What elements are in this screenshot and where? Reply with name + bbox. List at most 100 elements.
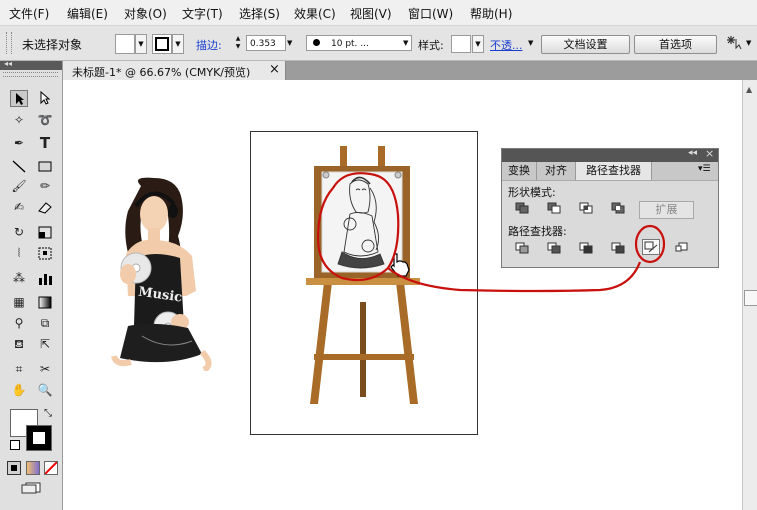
swap-fill-stroke-icon[interactable]: ⤡ — [44, 408, 52, 419]
line-segment-tool-icon[interactable] — [10, 158, 28, 175]
scale-tool-icon[interactable] — [36, 224, 54, 241]
exclude-icon[interactable] — [610, 201, 626, 215]
stroke-weight-dropdown[interactable]: ▼ — [287, 35, 297, 51]
scroll-up-icon[interactable]: ▲ — [746, 85, 752, 94]
outline-icon[interactable] — [642, 239, 660, 255]
tab-pathfinder[interactable]: 路径查找器 — [576, 162, 652, 180]
fill-swatch[interactable] — [115, 34, 135, 54]
menu-select[interactable]: 选择(S) — [239, 5, 280, 22]
pen-tool-icon[interactable]: ✒ — [10, 135, 28, 152]
panel-divider — [502, 180, 718, 181]
style-label: 样式: — [418, 39, 444, 52]
stroke-dropdown[interactable]: ▼ — [172, 34, 184, 54]
vertical-scrollbar[interactable]: ▲ — [742, 80, 757, 510]
stroke-spinner[interactable]: ▲ ▼ — [233, 35, 243, 51]
minus-back-icon[interactable] — [674, 241, 690, 255]
trim-icon[interactable] — [546, 241, 562, 255]
opacity-link[interactable]: 不透... — [490, 37, 523, 53]
zoom-tool-icon[interactable]: 🔍 — [36, 382, 54, 399]
eyedropper-tool-icon[interactable]: ⚲ — [10, 315, 28, 332]
direct-selection-tool-icon[interactable] — [36, 90, 54, 107]
magic-wand-tool-icon[interactable]: ✧ — [10, 112, 28, 129]
none-mode-icon[interactable] — [44, 461, 58, 475]
gradient-mode-icon[interactable] — [26, 461, 40, 475]
tab-align[interactable]: 对齐 — [537, 162, 576, 180]
color-mode-icon[interactable] — [7, 461, 21, 475]
hand-tool-icon[interactable]: ✋ — [10, 382, 28, 399]
panel-menu-icon[interactable]: ▾☰ — [698, 164, 711, 174]
shape-modes-label: 形状模式: — [508, 186, 556, 199]
selection-tool-icon[interactable] — [10, 90, 28, 107]
live-paint-bucket-tool-icon[interactable]: ⛾ — [10, 336, 28, 353]
arrange-dropdown[interactable]: ▼ — [746, 39, 751, 47]
menu-file[interactable]: 文件(F) — [9, 5, 49, 22]
style-swatch[interactable] — [451, 35, 471, 53]
screen-mode-icon[interactable] — [20, 482, 42, 494]
artboard-tool-icon[interactable]: ⌗ — [10, 361, 28, 378]
menu-view[interactable]: 视图(V) — [350, 5, 392, 22]
control-bar: 未选择对象 ▼ ▼ 描边: ▲ ▼ 0.353 ▼ 10 pt. ... ▼ 样式… — [0, 26, 757, 61]
merge-icon[interactable] — [578, 241, 594, 255]
toolbox-collapse-icon[interactable]: ◂◂ — [4, 59, 12, 68]
opacity-dropdown[interactable]: ▼ — [528, 35, 533, 51]
document-setup-button[interactable]: 文档设置 — [541, 35, 630, 54]
eraser-tool-icon[interactable] — [36, 199, 54, 216]
grip-handle[interactable] — [6, 32, 12, 54]
divide-icon[interactable] — [514, 241, 530, 255]
width-tool-icon[interactable]: ⦚ — [10, 245, 28, 262]
slice-tool-icon[interactable]: ✂ — [36, 361, 54, 378]
free-transform-tool-icon[interactable] — [36, 245, 54, 262]
panel-collapse-icon[interactable]: ◂◂ — [688, 148, 697, 158]
fill-dropdown[interactable]: ▼ — [135, 34, 147, 54]
tab-transform[interactable]: 变换 — [502, 162, 537, 180]
girl-illustration[interactable]: Music — [106, 176, 221, 373]
style-dropdown[interactable]: ▼ — [472, 35, 484, 53]
rotate-tool-icon[interactable]: ↻ — [10, 224, 28, 241]
type-tool-icon[interactable]: T — [36, 135, 54, 152]
arrange-documents-icon[interactable] — [725, 34, 745, 52]
menu-object[interactable]: 对象(O) — [124, 5, 167, 22]
brush-dropdown-arrow[interactable]: ▼ — [403, 35, 408, 51]
symbol-sprayer-tool-icon[interactable]: ⁂ — [10, 270, 28, 287]
pencil-tool-icon[interactable]: ✏ — [36, 178, 54, 195]
lasso-tool-icon[interactable]: ➰ — [36, 112, 54, 129]
panel-close-icon[interactable]: × — [705, 147, 714, 160]
pathfinders-label: 路径查找器: — [508, 225, 567, 238]
toolbox: ◂◂ ✧ ➰ ✒ T 🖌 ✏ ✍ ↻ ⦚ ⁂ ▦ ⚲ ⧉ ⛾ ⇱ ⌗ ✂ ✋ 🔍 — [0, 59, 63, 510]
document-tab-close-icon[interactable]: × — [269, 62, 280, 77]
document-tab[interactable]: 未标题-1* @ 66.67% (CMYK/预览) × — [63, 61, 286, 80]
gradient-tool-icon[interactable] — [36, 294, 54, 311]
scroll-thumb[interactable] — [744, 290, 757, 306]
paintbrush-tool-icon[interactable]: 🖌 — [10, 178, 28, 195]
hand-cursor-icon — [388, 250, 414, 278]
blend-tool-icon[interactable]: ⧉ — [36, 315, 54, 332]
menu-window[interactable]: 窗口(W) — [408, 5, 453, 22]
rectangle-tool-icon[interactable] — [36, 158, 54, 175]
menu-edit[interactable]: 编辑(E) — [67, 5, 108, 22]
menu-type[interactable]: 文字(T) — [182, 5, 223, 22]
stroke-weight-input[interactable]: 0.353 — [246, 35, 286, 51]
intersect-icon[interactable] — [578, 201, 594, 215]
default-fill-stroke-icon[interactable] — [10, 440, 20, 450]
toolbox-header[interactable]: ◂◂ — [0, 59, 62, 70]
toolbox-grip[interactable] — [3, 72, 58, 77]
menu-bar: 文件(F) 编辑(E) 对象(O) 文字(T) 选择(S) 效果(C) 视图(V… — [0, 0, 757, 26]
preferences-button[interactable]: 首选项 — [634, 35, 717, 54]
brush-dot-icon — [313, 39, 320, 46]
crop-icon[interactable] — [610, 241, 626, 255]
panel-titlebar[interactable]: ◂◂ × — [502, 147, 718, 162]
unite-icon[interactable] — [514, 201, 530, 215]
column-graph-tool-icon[interactable] — [36, 270, 54, 287]
menu-effect[interactable]: 效果(C) — [294, 5, 336, 22]
minus-front-icon[interactable] — [546, 201, 562, 215]
selection-status: 未选择对象 — [22, 38, 83, 52]
brush-input[interactable]: 10 pt. ... — [306, 35, 412, 51]
expand-button[interactable]: 扩展 — [639, 201, 694, 219]
stroke-label[interactable]: 描边: — [196, 37, 222, 53]
blob-brush-tool-icon[interactable]: ✍ — [10, 199, 28, 216]
live-paint-selection-tool-icon[interactable]: ⇱ — [36, 336, 54, 353]
menu-help[interactable]: 帮助(H) — [470, 5, 512, 22]
mesh-tool-icon[interactable]: ▦ — [10, 294, 28, 311]
stroke-color-box[interactable] — [26, 425, 52, 451]
stroke-swatch[interactable] — [152, 34, 172, 54]
